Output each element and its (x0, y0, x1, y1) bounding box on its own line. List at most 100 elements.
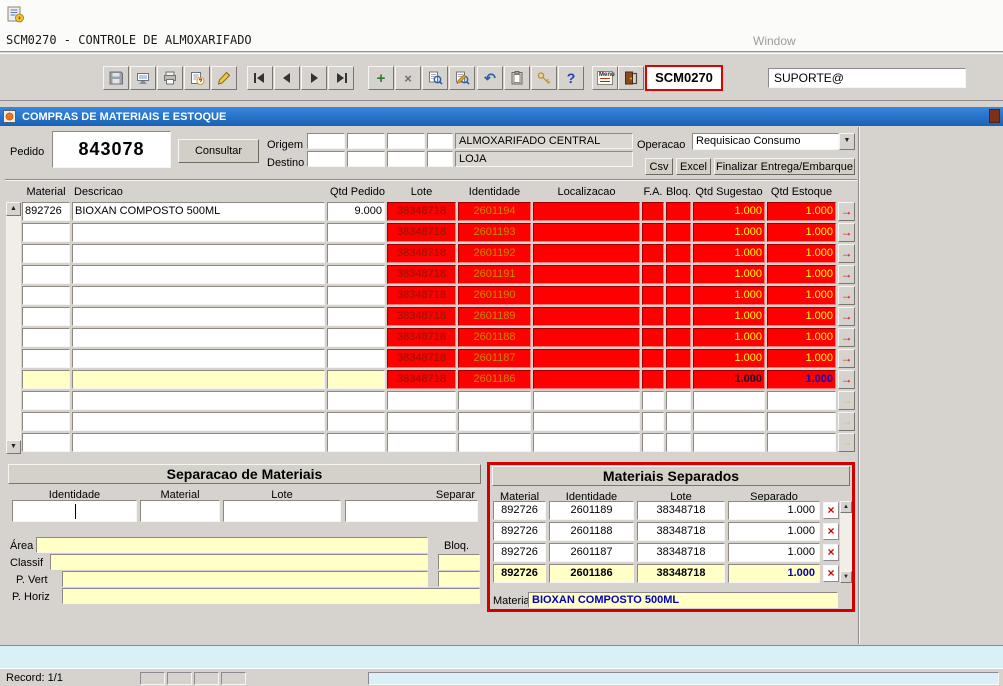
separate-row-button[interactable]: → (838, 202, 855, 221)
lote-cell (387, 391, 456, 410)
descricao-cell[interactable] (72, 391, 325, 410)
identidade-cell: 2601186 (549, 564, 634, 583)
menu-window[interactable]: Window (753, 34, 796, 48)
destino-code-3-input[interactable] (387, 151, 425, 167)
separate-row-button[interactable]: → (838, 223, 855, 242)
sep-separar-input[interactable] (345, 500, 478, 522)
descricao-cell[interactable] (72, 349, 325, 368)
column-header-localizacao: Localizacao (533, 186, 640, 198)
qtd-pedido-cell[interactable] (327, 391, 385, 410)
qtd-pedido-cell[interactable] (327, 286, 385, 305)
qtd-pedido-cell[interactable]: 9.000 (327, 202, 385, 221)
separate-row-button[interactable]: → (838, 307, 855, 326)
material-cell[interactable] (22, 349, 70, 368)
sep-material-input[interactable] (140, 500, 220, 522)
destino-code-4-input[interactable] (427, 151, 453, 167)
material-cell[interactable] (22, 286, 70, 305)
remove-item-button[interactable]: × (823, 565, 839, 582)
descricao-cell[interactable] (72, 433, 325, 452)
print-setup-button[interactable] (184, 66, 210, 90)
qtd-pedido-cell[interactable] (327, 412, 385, 431)
descricao-cell[interactable] (72, 328, 325, 347)
material-cell[interactable] (22, 433, 70, 452)
origem-code-1-input[interactable] (307, 133, 345, 149)
delete-record-button[interactable]: × (395, 66, 421, 90)
scrollbar-track[interactable] (840, 513, 852, 571)
origem-code-3-input[interactable] (387, 133, 425, 149)
show-keys-button[interactable] (531, 66, 557, 90)
destino-code-1-input[interactable] (307, 151, 345, 167)
origem-code-2-input[interactable] (347, 133, 385, 149)
qtd-pedido-cell[interactable] (327, 265, 385, 284)
material-cell: 892726 (493, 522, 546, 541)
enter-query-button[interactable] (422, 66, 448, 90)
descricao-cell[interactable] (72, 265, 325, 284)
qtd-pedido-cell[interactable] (327, 244, 385, 263)
scroll-up-icon[interactable]: ▲ (840, 501, 852, 513)
print-button[interactable] (157, 66, 183, 90)
material-cell[interactable] (22, 370, 70, 389)
remove-item-button[interactable]: × (823, 523, 839, 540)
qtd-pedido-cell[interactable] (327, 307, 385, 326)
separate-row-button[interactable]: → (838, 370, 855, 389)
sep-identidade-input[interactable] (12, 500, 137, 522)
operacao-select[interactable]: Requisicao Consumo ▼ (692, 133, 855, 150)
qtd-pedido-cell[interactable] (327, 433, 385, 452)
user-field[interactable]: SUPORTE@ (768, 68, 966, 88)
report-button[interactable] (130, 66, 156, 90)
excel-button[interactable]: Excel (676, 158, 711, 175)
chevron-down-icon[interactable]: ▼ (839, 133, 855, 150)
clipboard-button[interactable] (504, 66, 530, 90)
pedido-input[interactable]: 843078 (52, 131, 171, 168)
previous-record-button[interactable] (274, 66, 300, 90)
first-record-button[interactable] (247, 66, 273, 90)
csv-button[interactable]: Csv (645, 158, 673, 175)
material-cell[interactable]: 892726 (22, 202, 70, 221)
finalizar-entrega-button[interactable]: Finalizar Entrega/Embarque (714, 158, 855, 175)
material-cell[interactable] (22, 307, 70, 326)
origem-code-4-input[interactable] (427, 133, 453, 149)
remove-item-button[interactable]: × (823, 544, 839, 561)
qtd-pedido-cell[interactable] (327, 349, 385, 368)
menu-button[interactable]: Menu (592, 66, 618, 90)
qtd-pedido-cell[interactable] (327, 370, 385, 389)
descricao-cell[interactable]: BIOXAN COMPOSTO 500ML (72, 202, 325, 221)
identidade-cell: 2601188 (458, 328, 531, 347)
descricao-cell[interactable] (72, 286, 325, 305)
edit-button[interactable] (211, 66, 237, 90)
qtd-estoque-cell: 1.000 (767, 307, 836, 326)
descricao-cell[interactable] (72, 412, 325, 431)
separados-scrollbar[interactable]: ▲ ▼ (840, 501, 852, 583)
material-cell[interactable] (22, 265, 70, 284)
sep-lote-input[interactable] (223, 500, 341, 522)
material-cell[interactable] (22, 223, 70, 242)
save-button[interactable] (103, 66, 129, 90)
remove-item-button[interactable]: × (823, 502, 839, 519)
exit-button[interactable] (618, 66, 644, 90)
destino-label: Destino (267, 157, 304, 169)
destino-code-2-input[interactable] (347, 151, 385, 167)
descricao-cell[interactable] (72, 370, 325, 389)
help-button[interactable]: ? (558, 66, 584, 90)
last-record-button[interactable] (328, 66, 354, 90)
qtd-pedido-cell[interactable] (327, 223, 385, 242)
descricao-cell[interactable] (72, 307, 325, 326)
separate-row-button[interactable]: → (838, 328, 855, 347)
insert-record-button[interactable]: + (368, 66, 394, 90)
separate-row-button[interactable]: → (838, 349, 855, 368)
separate-row-button[interactable]: → (838, 265, 855, 284)
execute-query-button[interactable] (449, 66, 475, 90)
descricao-cell[interactable] (72, 223, 325, 242)
scroll-down-icon[interactable]: ▼ (840, 571, 852, 583)
separate-row-button[interactable]: → (838, 244, 855, 263)
undo-button[interactable]: ↶ (477, 66, 503, 90)
consultar-button[interactable]: Consultar (178, 139, 259, 163)
material-cell[interactable] (22, 412, 70, 431)
qtd-pedido-cell[interactable] (327, 328, 385, 347)
separate-row-button[interactable]: → (838, 286, 855, 305)
descricao-cell[interactable] (72, 244, 325, 263)
material-cell[interactable] (22, 244, 70, 263)
material-cell[interactable] (22, 328, 70, 347)
material-cell[interactable] (22, 391, 70, 410)
next-record-button[interactable] (301, 66, 327, 90)
